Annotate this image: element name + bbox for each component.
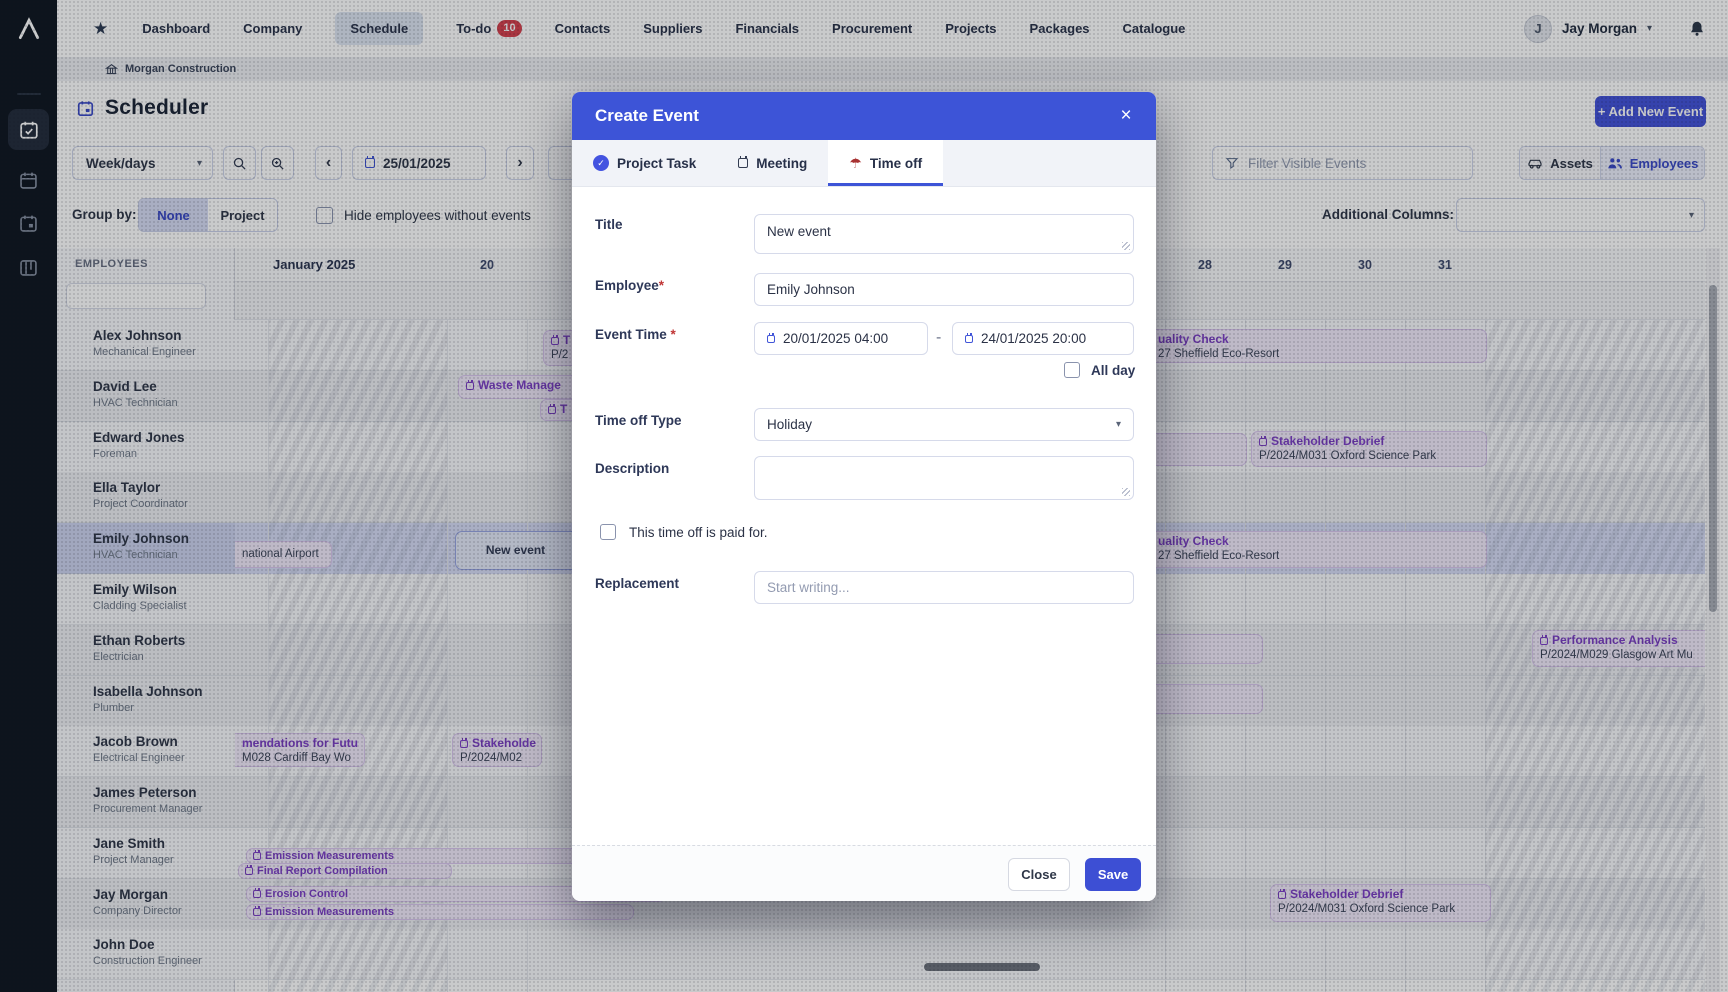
- modal-footer: Close Save: [572, 845, 1156, 901]
- tab-project-task[interactable]: ✓ Project Task: [572, 140, 717, 186]
- title-label: Title: [595, 217, 623, 232]
- save-button[interactable]: Save: [1085, 858, 1141, 891]
- end-datetime-input[interactable]: 24/01/2025 20:00: [952, 322, 1134, 355]
- description-label: Description: [595, 461, 669, 476]
- event-time-label: Event Time *: [595, 327, 676, 342]
- tab-meeting-label: Meeting: [756, 156, 807, 171]
- replacement-input[interactable]: Start writing...: [754, 571, 1134, 604]
- paid-time-off-label: This time off is paid for.: [629, 525, 768, 540]
- create-event-modal: Create Event × ✓ Project Task Meeting ☂ …: [572, 92, 1156, 901]
- employee-label: Employee*: [595, 278, 664, 293]
- all-day-label: All day: [1091, 363, 1135, 378]
- modal-tabs: ✓ Project Task Meeting ☂ Time off: [572, 140, 1156, 187]
- modal-title: Create Event: [595, 106, 699, 126]
- paid-time-off-checkbox[interactable]: [600, 524, 616, 540]
- start-datetime-input[interactable]: 20/01/2025 04:00: [754, 322, 928, 355]
- time-off-type-select[interactable]: Holiday ▾: [754, 408, 1134, 441]
- tab-project-task-label: Project Task: [617, 156, 696, 171]
- umbrella-icon: ☂: [849, 156, 862, 170]
- calendar-icon: [767, 335, 775, 343]
- description-textarea[interactable]: [754, 456, 1134, 500]
- close-icon[interactable]: ×: [1112, 102, 1140, 130]
- title-input[interactable]: New event: [754, 214, 1134, 254]
- employee-input[interactable]: Emily Johnson: [754, 273, 1134, 306]
- modal-header: Create Event ×: [572, 92, 1156, 140]
- tab-time-off-label: Time off: [870, 156, 922, 171]
- scheduler-page: ★ Dashboard Company Schedule To-do 10 Co…: [0, 0, 1728, 992]
- resize-handle-icon[interactable]: [1122, 242, 1130, 250]
- chevron-down-icon: ▾: [1116, 419, 1121, 430]
- replacement-label: Replacement: [595, 576, 679, 591]
- all-day-checkbox[interactable]: [1064, 362, 1080, 378]
- time-off-type-label: Time off Type: [595, 413, 682, 428]
- tab-time-off[interactable]: ☂ Time off: [828, 140, 943, 186]
- calendar-icon: [738, 158, 748, 168]
- check-circle-icon: ✓: [593, 155, 609, 171]
- calendar-icon: [965, 335, 973, 343]
- close-button[interactable]: Close: [1008, 858, 1070, 891]
- resize-handle-icon[interactable]: [1122, 488, 1130, 496]
- date-range-separator: -: [936, 329, 941, 347]
- tab-meeting[interactable]: Meeting: [717, 140, 828, 186]
